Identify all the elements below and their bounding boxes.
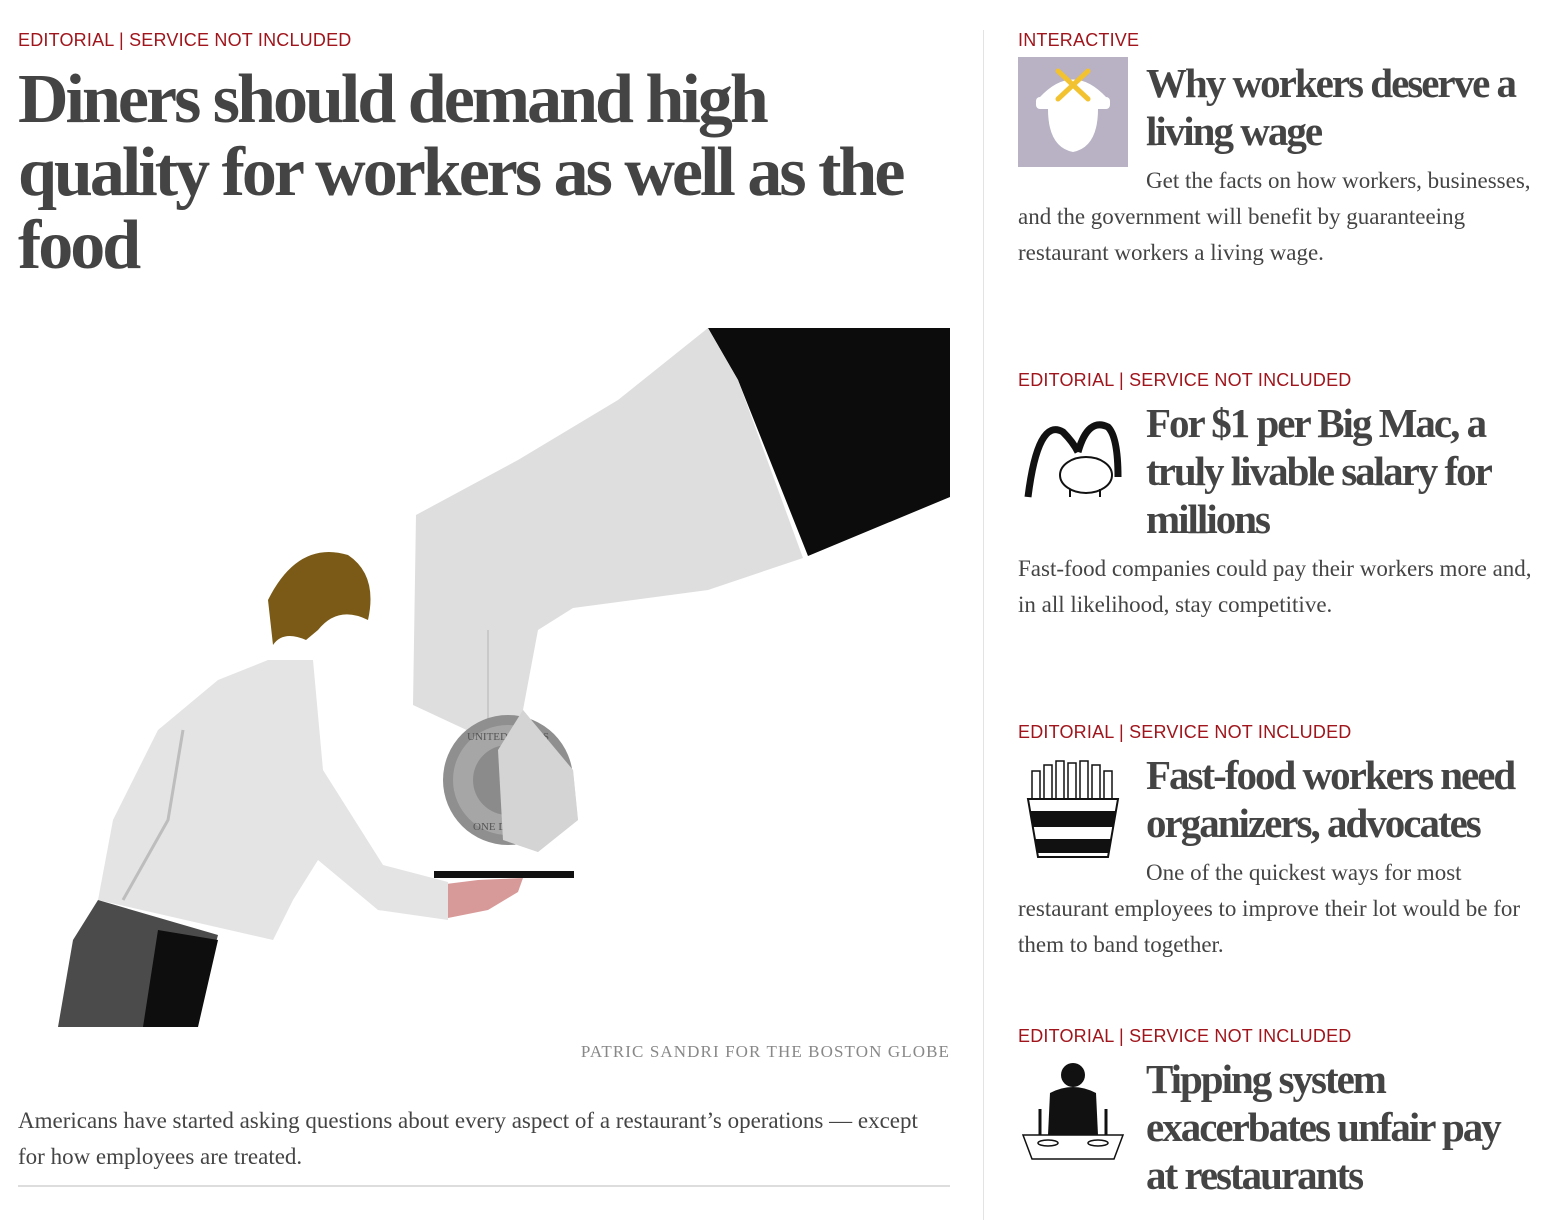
sidebar-kicker-link[interactable]: EDITORIAL | SERVICE NOT INCLUDED: [1018, 722, 1538, 743]
sidebar-blurb: Get the facts on how workers, businesses…: [1018, 168, 1531, 265]
hero-illustration[interactable]: UNITED STATES ONE DOLLAR: [18, 300, 950, 1027]
tray-line: [434, 871, 574, 878]
sidebar-story-2: EDITORIAL | SERVICE NOT INCLUDED For $1 …: [1018, 370, 1538, 623]
sidebar-story-1: INTERACTIVE Why workers deserve a living…: [1018, 30, 1538, 271]
diner-at-table-icon[interactable]: [1018, 1053, 1128, 1163]
fries-carton-raised-fists-icon[interactable]: [1018, 749, 1128, 859]
receiving-hand-shape: [438, 878, 523, 918]
waiter-hair-shape: [268, 552, 371, 645]
section-divider: [18, 1185, 950, 1187]
sidebar-blurb: One of the quickest ways for most restau…: [1018, 860, 1521, 957]
sidebar-story-3: EDITORIAL | SERVICE NOT INCLUDED Fast-fo…: [1018, 722, 1538, 963]
main-headline[interactable]: Diners should demand high quality for wo…: [18, 63, 918, 282]
sidebar-story-4: EDITORIAL | SERVICE NOT INCLUDED Tipping…: [1018, 1026, 1538, 1199]
main-summary: Americans have started asking questions …: [18, 1108, 918, 1169]
plate-cloche-fork-knife-icon[interactable]: [1018, 57, 1128, 167]
waiter-shirt-shape: [98, 660, 448, 940]
sidebar-kicker-link[interactable]: INTERACTIVE: [1018, 30, 1538, 51]
sidebar-kicker-link[interactable]: EDITORIAL | SERVICE NOT INCLUDED: [1018, 1026, 1538, 1047]
sidebar-kicker-link[interactable]: EDITORIAL | SERVICE NOT INCLUDED: [1018, 370, 1538, 391]
main-story: EDITORIAL | SERVICE NOT INCLUDED Diners …: [18, 30, 950, 1187]
photo-credit: PATRIC SANDRI FOR THE BOSTON GLOBE: [580, 1042, 950, 1061]
column-divider: [983, 30, 984, 1220]
sidebar-blurb: Fast-food companies could pay their work…: [1018, 556, 1532, 617]
golden-arches-piggy-bank-icon[interactable]: [1018, 397, 1128, 507]
main-kicker-link[interactable]: EDITORIAL | SERVICE NOT INCLUDED: [18, 30, 950, 51]
